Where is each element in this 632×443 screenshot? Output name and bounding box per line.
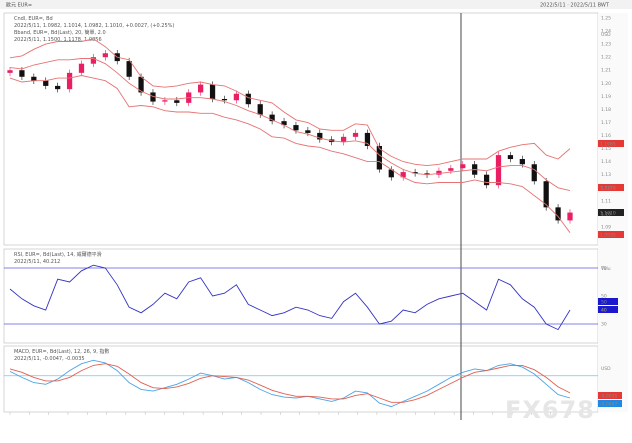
candle-body <box>55 85 61 90</box>
candle-body <box>66 72 73 90</box>
candle-body <box>233 93 240 101</box>
candle-body <box>78 63 85 73</box>
y-tick-label: 1.22 <box>601 55 611 61</box>
rsi-legend-values: 2022/5/11, 40.212 <box>14 259 60 265</box>
candle-body <box>102 53 108 58</box>
price-legend-values: 2022/5/11, 1.0982, 1.1014, 1.0982, 1.101… <box>14 23 174 29</box>
y-tick-label: 1.21 <box>601 68 611 74</box>
y-tick-label: 1.23 <box>601 42 611 48</box>
y-tick-label: 1.14 <box>601 159 611 165</box>
candle-body <box>352 132 359 137</box>
y-tick-label: 70 <box>601 266 607 272</box>
y-tick-label: 1.15 <box>601 146 611 152</box>
candle-body <box>245 93 251 105</box>
candle-body <box>507 155 514 160</box>
y-tick-label: 1.13 <box>601 172 611 178</box>
bband-legend-title: Bband, EUR=, Bd(Last), 20, 簡單, 2.0 <box>14 29 106 36</box>
series-line-macd <box>9 359 571 408</box>
candle-body <box>531 164 537 182</box>
price-panel <box>3 12 599 246</box>
price-legend-title: Cndl, EUR=, Bd <box>14 16 53 22</box>
candle-body <box>162 100 168 102</box>
candle-body <box>257 104 263 115</box>
y-tick-label: 1.19 <box>601 94 611 100</box>
y-tick-label: 50 <box>601 294 607 300</box>
candle-body <box>43 80 49 86</box>
candle-body <box>174 100 180 103</box>
series-line-rsi <box>9 264 571 331</box>
candle-body <box>567 212 573 221</box>
candle-body <box>7 70 13 73</box>
candle-body <box>19 70 25 77</box>
y-tick-label: 1.17 <box>601 120 611 126</box>
candle-body <box>31 76 37 81</box>
header-left: 歐元 EUR= <box>6 2 32 9</box>
candle-body <box>305 130 311 133</box>
candle-body <box>126 61 132 77</box>
candle-body <box>198 84 204 93</box>
y-tick-label: 1.12 <box>601 185 611 191</box>
macd-legend-title: MACD, EUR=, Bd(Last), 12, 26, 9, 指數 <box>14 348 109 355</box>
candle-body <box>483 174 490 186</box>
y-tick-label: 1.10 <box>601 211 611 217</box>
y-tick-label: 1.16 <box>601 133 611 139</box>
rsi-badge-upper-text: 50 <box>601 300 607 306</box>
candle-body <box>340 136 347 143</box>
watermark: FX678 <box>505 396 595 424</box>
candle-body <box>460 164 466 169</box>
y-tick-label: 40 <box>601 308 607 314</box>
plot-layer: 1.25 1.24 1.23 1.22 1.21 1.20 1.19 1.18 1.17 1.16… <box>4 16 611 415</box>
y-tick-label: 1.20 <box>601 81 611 87</box>
y-tick-label: 1.24 <box>601 29 611 35</box>
rsi-panel <box>3 248 599 344</box>
y-tick-label: 1.09 <box>601 224 611 230</box>
candle-body <box>448 168 454 171</box>
lower-band-badge-text: 1.0935 <box>600 233 616 239</box>
header-bar <box>0 0 632 9</box>
y-tick-label: 1.11 <box>601 198 611 204</box>
macd-unit-label: USD <box>601 366 611 372</box>
macd-legend-values: 2022/5/11, -0.0047, -0.0035 <box>14 356 85 362</box>
candle-body <box>209 84 216 99</box>
chart-canvas: 歐元 EUR= 2022/5/11 · 2022/5/11 BWT Cndl, … <box>0 0 632 420</box>
macd-badge-signal-text: -0.0035 <box>600 394 618 400</box>
y-tick-label: 30 <box>601 322 607 328</box>
series-line-signal <box>9 363 571 403</box>
header-right: 2022/5/11 · 2022/5/11 BWT <box>540 3 610 9</box>
candle-body <box>495 155 502 186</box>
rsi-legend-title: RSI, EUR=, Bd(Last), 14, 威爾德平滑 <box>14 251 102 258</box>
candle-body <box>519 159 525 165</box>
y-tick-label: 1.25 <box>601 16 611 22</box>
series-line-lower-band <box>9 75 571 233</box>
candle-body <box>293 125 299 131</box>
candle-body <box>221 98 228 101</box>
macd-badge-line-text: -0.0047 <box>600 402 618 408</box>
y-tick-label: 1.18 <box>601 107 611 113</box>
